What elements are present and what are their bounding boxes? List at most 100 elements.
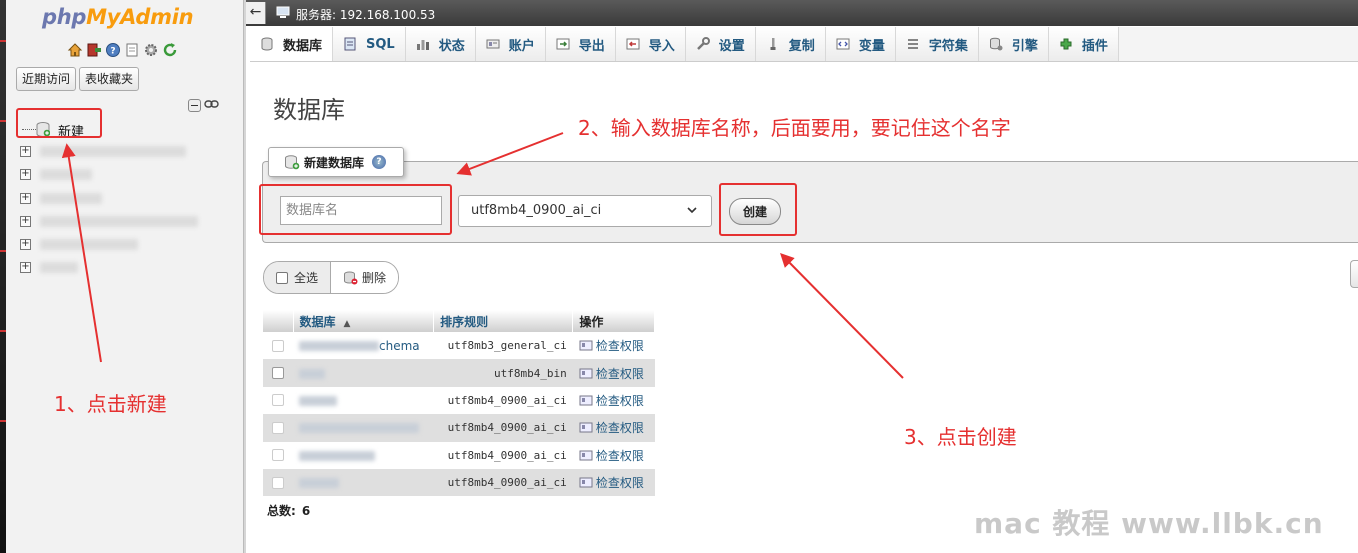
check-privileges-link[interactable]: 检查权限: [572, 359, 655, 387]
help-icon[interactable]: ?: [372, 155, 387, 169]
table-row: chema utf8mb3_general_ci 检查权限: [263, 332, 655, 360]
tree-database-item[interactable]: +: [12, 163, 242, 186]
sort-asc-icon[interactable]: ▲: [344, 319, 351, 329]
tab-export[interactable]: 导出: [545, 27, 616, 61]
main-tabs: 数据库 SQL 状态 账户 导出 导入 设置 复制 变量 字符集 引擎 插件: [250, 27, 1358, 62]
table-row: utf8mb4_0900_ai_ci 检查权限: [263, 386, 655, 415]
check-privileges-link[interactable]: 检查权限: [572, 332, 655, 360]
tab-plugins[interactable]: 插件: [1048, 27, 1119, 61]
tree-database-item[interactable]: +: [12, 233, 242, 256]
expand-icon[interactable]: +: [20, 215, 31, 227]
select-all-button[interactable]: 全选: [264, 262, 332, 293]
table-row: utf8mb4_0900_ai_ci 检查权限: [263, 441, 655, 469]
check-privileges-link[interactable]: 检查权限: [572, 441, 655, 469]
column-action: 操作: [572, 310, 655, 332]
collapse-sidebar-arrow-icon[interactable]: ←: [246, 2, 266, 24]
new-database-icon: [285, 155, 300, 170]
exit-icon[interactable]: [86, 42, 102, 58]
check-privileges-link[interactable]: 检查权限: [572, 386, 655, 415]
tab-status[interactable]: 状态: [405, 27, 476, 61]
replication-icon: [770, 38, 776, 50]
database-name-link[interactable]: [293, 386, 434, 415]
svg-text:?: ?: [110, 47, 115, 57]
privileges-icon: [579, 477, 593, 488]
filter-toggle-button[interactable]: [1350, 260, 1358, 288]
expand-icon[interactable]: +: [20, 169, 31, 181]
recent-tab[interactable]: 近期访问: [16, 67, 77, 91]
delete-button[interactable]: 删除: [331, 262, 399, 293]
charset-icon: [907, 39, 918, 49]
help-icon[interactable]: ?: [105, 42, 121, 58]
expand-icon[interactable]: +: [20, 192, 31, 204]
sql-icon: [344, 37, 356, 51]
sidebar-resizer[interactable]: [244, 0, 246, 553]
chevron-down-icon: [687, 207, 697, 214]
row-checkbox[interactable]: [272, 449, 284, 462]
database-name-link[interactable]: [293, 468, 434, 497]
table-row: utf8mb4_bin 检查权限: [263, 359, 655, 387]
check-privileges-link[interactable]: 检查权限: [572, 414, 655, 442]
check-privileges-link[interactable]: 检查权限: [572, 468, 655, 497]
tree-database-item[interactable]: +: [12, 256, 242, 279]
phpmyadmin-logo[interactable]: phpMyAdmin: [42, 5, 194, 29]
annotation-box-new: [16, 108, 102, 138]
tab-settings[interactable]: 设置: [685, 27, 756, 61]
expand-icon[interactable]: +: [20, 262, 31, 274]
tab-accounts[interactable]: 账户: [475, 27, 546, 61]
tab-replication[interactable]: 复制: [755, 27, 826, 61]
link-icon[interactable]: [204, 98, 219, 112]
expand-icon[interactable]: +: [20, 239, 31, 251]
select-all-checkbox[interactable]: [276, 271, 288, 284]
database-name-link[interactable]: [293, 414, 434, 442]
server-label[interactable]: 服务器: 192.168.100.53: [296, 6, 435, 23]
tab-variables[interactable]: 变量: [825, 27, 896, 61]
row-checkbox[interactable]: [272, 339, 284, 352]
column-select: [263, 310, 294, 332]
database-name-link[interactable]: chema: [293, 332, 434, 360]
navigation-sidebar: phpMyAdmin ? 近期访问 表收藏夹 新建 + + + + + +: [6, 0, 244, 553]
column-collation[interactable]: 排序规则: [433, 310, 574, 332]
database-icon: [261, 37, 273, 51]
export-icon: [556, 38, 570, 50]
reload-icon[interactable]: [162, 42, 178, 58]
row-checkbox[interactable]: [272, 394, 284, 407]
tab-databases[interactable]: 数据库: [250, 27, 334, 61]
database-total: 总数: 6: [267, 504, 311, 518]
privileges-icon: [579, 395, 593, 406]
expand-icon[interactable]: +: [20, 146, 31, 157]
column-database[interactable]: 数据库 ▲: [293, 310, 435, 332]
tab-charsets[interactable]: 字符集: [895, 27, 979, 61]
row-checkbox[interactable]: [272, 476, 284, 489]
server-icon: [276, 6, 290, 18]
row-checkbox[interactable]: [272, 367, 284, 380]
row-checkbox[interactable]: [272, 421, 284, 434]
collation-select[interactable]: utf8mb4_0900_ai_ci: [458, 195, 712, 227]
privileges-icon: [579, 368, 593, 379]
tree-database-item[interactable]: +: [12, 187, 242, 210]
tree-database-item[interactable]: +: [12, 210, 242, 233]
delete-icon: [344, 271, 358, 285]
database-name-link[interactable]: [293, 359, 434, 387]
favorites-tab[interactable]: 表收藏夹: [79, 67, 140, 91]
database-name-link[interactable]: [293, 441, 434, 469]
import-icon: [626, 38, 640, 50]
sidebar-tabs: 近期访问 表收藏夹: [16, 67, 140, 91]
docs-icon[interactable]: [124, 42, 140, 58]
table-row: utf8mb4_0900_ai_ci 检查权限: [263, 468, 655, 497]
tab-import[interactable]: 导入: [615, 27, 686, 61]
collapse-all-icon[interactable]: [188, 98, 201, 112]
annotation-step-1: 1、点击新建: [54, 392, 167, 416]
tab-engines[interactable]: 引擎: [978, 27, 1049, 61]
watermark: mac 教程 www.llbk.cn: [974, 507, 1324, 540]
tab-sql[interactable]: SQL: [333, 27, 406, 61]
home-icon[interactable]: [67, 42, 83, 58]
settings-icon[interactable]: [143, 42, 159, 58]
privileges-icon: [579, 422, 593, 433]
accounts-icon: [486, 39, 500, 49]
privileges-icon: [579, 450, 593, 461]
engine-icon: [989, 37, 1003, 51]
table-row: utf8mb4_0900_ai_ci 检查权限: [263, 414, 655, 442]
collapse-all-control: [188, 98, 219, 112]
tree-database-item[interactable]: +: [12, 140, 242, 163]
annotation-step-3: 3、点击创建: [904, 425, 1017, 449]
